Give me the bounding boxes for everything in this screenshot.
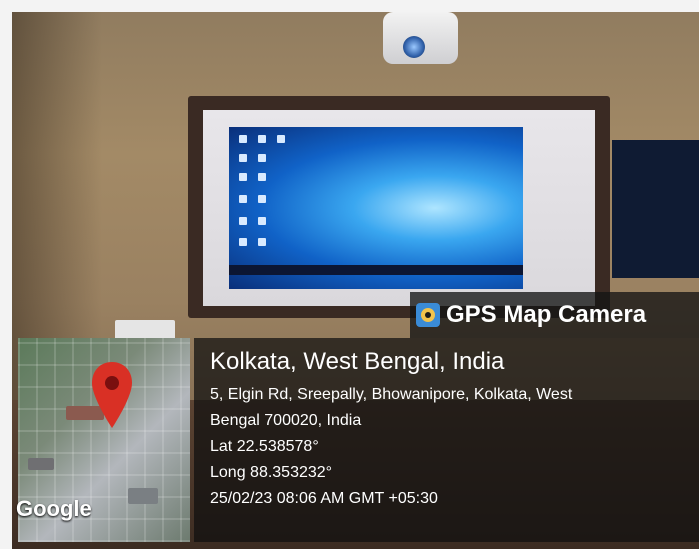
desktop-icon xyxy=(277,135,285,143)
desktop-icon xyxy=(239,217,247,225)
gps-app-header: GPS Map Camera xyxy=(410,292,699,338)
app-title: GPS Map Camera xyxy=(446,301,647,328)
address-line-2: Bengal 700020, India xyxy=(210,412,362,429)
desktop-icon xyxy=(239,154,247,162)
address-line-1: 5, Elgin Rd, Sreepally, Bhowanipore, Kol… xyxy=(210,386,573,403)
google-logo: Google xyxy=(16,496,92,521)
desktop-icon xyxy=(239,135,247,143)
longitude: Long 88.353232° xyxy=(210,464,333,481)
desktop-icon xyxy=(239,195,247,203)
desktop-icon xyxy=(239,173,247,181)
gps-map-camera-icon xyxy=(416,303,440,327)
desktop-icon xyxy=(239,238,247,246)
desktop-icon xyxy=(258,135,266,143)
map-building xyxy=(28,458,54,470)
timestamp: 25/02/23 08:06 AM GMT +05:30 xyxy=(210,490,438,507)
desktop-icon xyxy=(258,195,266,203)
desktop-icon xyxy=(258,173,266,181)
latitude: Lat 22.538578° xyxy=(210,438,319,455)
dark-wall-panel xyxy=(612,140,699,278)
location-info-panel: Kolkata, West Bengal, India 5, Elgin Rd,… xyxy=(194,338,699,542)
desktop-icon xyxy=(258,217,266,225)
image-border-left xyxy=(0,0,12,549)
image-border-top xyxy=(0,0,699,12)
location-title: Kolkata, West Bengal, India xyxy=(210,348,505,375)
ceiling-projector xyxy=(383,12,458,64)
projected-taskbar xyxy=(229,265,523,275)
map-building xyxy=(128,488,158,504)
desktop-icon xyxy=(258,154,266,162)
map-pin-icon xyxy=(92,362,132,428)
desktop-icon xyxy=(258,238,266,246)
